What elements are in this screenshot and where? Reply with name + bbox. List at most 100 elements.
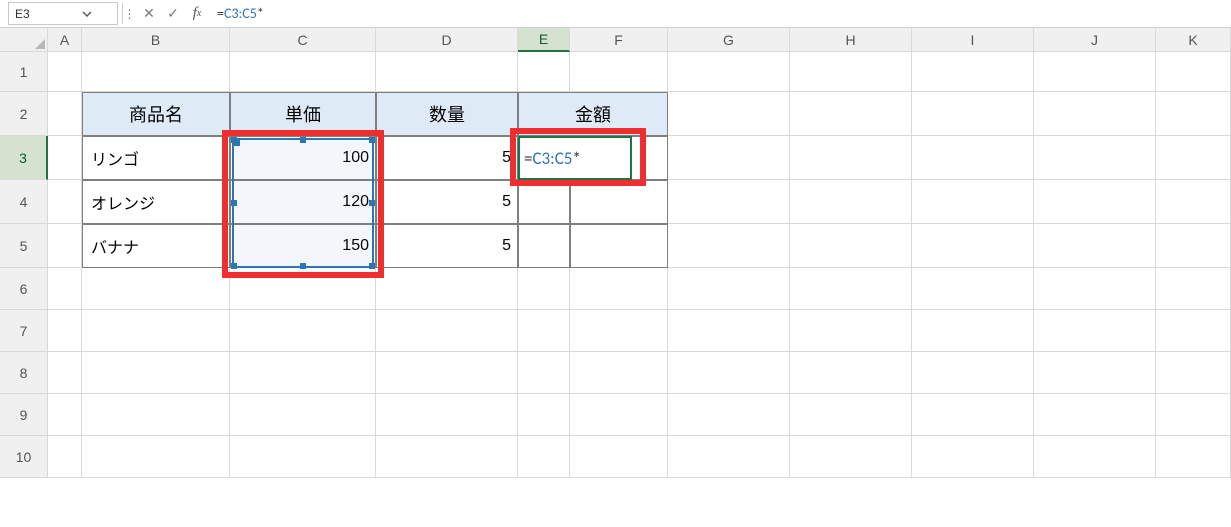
row-hdr-2[interactable]: 2: [0, 92, 48, 136]
cell-K1[interactable]: [1156, 52, 1231, 92]
cell-B7[interactable]: [82, 310, 230, 352]
col-hdr-B[interactable]: B: [82, 28, 230, 52]
cell-D5[interactable]: 5: [376, 224, 518, 268]
cell-G3[interactable]: [668, 136, 790, 180]
cell-F7[interactable]: [570, 310, 668, 352]
cell-F9[interactable]: [570, 394, 668, 436]
cell-F8[interactable]: [570, 352, 668, 394]
cell-H6[interactable]: [790, 268, 912, 310]
cell-C2[interactable]: 単価: [230, 92, 376, 136]
cell-J2[interactable]: [1034, 92, 1156, 136]
cell-A8[interactable]: [48, 352, 82, 394]
cell-G7[interactable]: [668, 310, 790, 352]
cell-I9[interactable]: [912, 394, 1034, 436]
row-hdr-8[interactable]: 8: [0, 352, 48, 394]
col-hdr-C[interactable]: C: [230, 28, 376, 52]
cell-I2[interactable]: [912, 92, 1034, 136]
cell-B3[interactable]: リンゴ: [82, 136, 230, 180]
cell-F1[interactable]: [570, 52, 668, 92]
cell-G4[interactable]: [668, 180, 790, 224]
chevron-down-icon[interactable]: [63, 8, 111, 20]
cell-K2[interactable]: [1156, 92, 1231, 136]
cell-E1[interactable]: [518, 52, 570, 92]
cell-F6[interactable]: [570, 268, 668, 310]
cell-A4[interactable]: [48, 180, 82, 224]
cell-B10[interactable]: [82, 436, 230, 478]
cell-B9[interactable]: [82, 394, 230, 436]
cell-I8[interactable]: [912, 352, 1034, 394]
cell-B5[interactable]: バナナ: [82, 224, 230, 268]
col-hdr-D[interactable]: D: [376, 28, 518, 52]
cell-H1[interactable]: [790, 52, 912, 92]
cell-J9[interactable]: [1034, 394, 1156, 436]
row-hdr-4[interactable]: 4: [0, 180, 48, 224]
cell-C6[interactable]: [230, 268, 376, 310]
cell-A10[interactable]: [48, 436, 82, 478]
row-hdr-6[interactable]: 6: [0, 268, 48, 310]
cell-D8[interactable]: [376, 352, 518, 394]
row-hdr-3[interactable]: 3: [0, 136, 48, 180]
cell-G9[interactable]: [668, 394, 790, 436]
col-hdr-A[interactable]: A: [48, 28, 82, 52]
col-hdr-H[interactable]: H: [790, 28, 912, 52]
cell-K9[interactable]: [1156, 394, 1231, 436]
cell-K3[interactable]: [1156, 136, 1231, 180]
cell-G6[interactable]: [668, 268, 790, 310]
cell-H8[interactable]: [790, 352, 912, 394]
cell-C10[interactable]: [230, 436, 376, 478]
cell-J4[interactable]: [1034, 180, 1156, 224]
cell-D4[interactable]: 5: [376, 180, 518, 224]
col-hdr-I[interactable]: I: [912, 28, 1034, 52]
cell-B4[interactable]: オレンジ: [82, 180, 230, 224]
cell-C1[interactable]: [230, 52, 376, 92]
cell-E10[interactable]: [518, 436, 570, 478]
cell-B8[interactable]: [82, 352, 230, 394]
cell-C7[interactable]: [230, 310, 376, 352]
cell-H5[interactable]: [790, 224, 912, 268]
cell-I5[interactable]: [912, 224, 1034, 268]
cell-J7[interactable]: [1034, 310, 1156, 352]
cell-A7[interactable]: [48, 310, 82, 352]
cell-F5[interactable]: [570, 224, 668, 268]
cell-G5[interactable]: [668, 224, 790, 268]
cell-G8[interactable]: [668, 352, 790, 394]
cell-G2[interactable]: [668, 92, 790, 136]
cell-G10[interactable]: [668, 436, 790, 478]
cell-A2[interactable]: [48, 92, 82, 136]
confirm-button[interactable]: ✓: [161, 0, 185, 27]
name-box[interactable]: E3: [8, 2, 118, 25]
cell-H9[interactable]: [790, 394, 912, 436]
spreadsheet-grid[interactable]: A B C D E F G H I J K 1 2 商品名 単価 数量 金額: [0, 28, 1231, 478]
cell-E9[interactable]: [518, 394, 570, 436]
cell-E2-F2-merged[interactable]: 金額: [518, 92, 668, 136]
cell-F4[interactable]: [570, 180, 668, 224]
col-hdr-J[interactable]: J: [1034, 28, 1156, 52]
cell-C4[interactable]: 120: [230, 180, 376, 224]
cell-H3[interactable]: [790, 136, 912, 180]
cell-I4[interactable]: [912, 180, 1034, 224]
cell-I7[interactable]: [912, 310, 1034, 352]
cell-J1[interactable]: [1034, 52, 1156, 92]
cell-C8[interactable]: [230, 352, 376, 394]
cell-K7[interactable]: [1156, 310, 1231, 352]
cell-B6[interactable]: [82, 268, 230, 310]
select-all-corner[interactable]: [0, 28, 48, 52]
col-hdr-K[interactable]: K: [1156, 28, 1231, 52]
cell-J5[interactable]: [1034, 224, 1156, 268]
cell-D1[interactable]: [376, 52, 518, 92]
row-hdr-9[interactable]: 9: [0, 394, 48, 436]
cell-J10[interactable]: [1034, 436, 1156, 478]
cell-J6[interactable]: [1034, 268, 1156, 310]
cell-J8[interactable]: [1034, 352, 1156, 394]
fx-icon[interactable]: fx: [185, 0, 209, 27]
cancel-button[interactable]: ✕: [137, 0, 161, 27]
cell-A5[interactable]: [48, 224, 82, 268]
cell-H7[interactable]: [790, 310, 912, 352]
cell-A9[interactable]: [48, 394, 82, 436]
cell-C5[interactable]: 150: [230, 224, 376, 268]
cell-F10[interactable]: [570, 436, 668, 478]
cell-I6[interactable]: [912, 268, 1034, 310]
cell-D2[interactable]: 数量: [376, 92, 518, 136]
cell-E6[interactable]: [518, 268, 570, 310]
cell-K10[interactable]: [1156, 436, 1231, 478]
